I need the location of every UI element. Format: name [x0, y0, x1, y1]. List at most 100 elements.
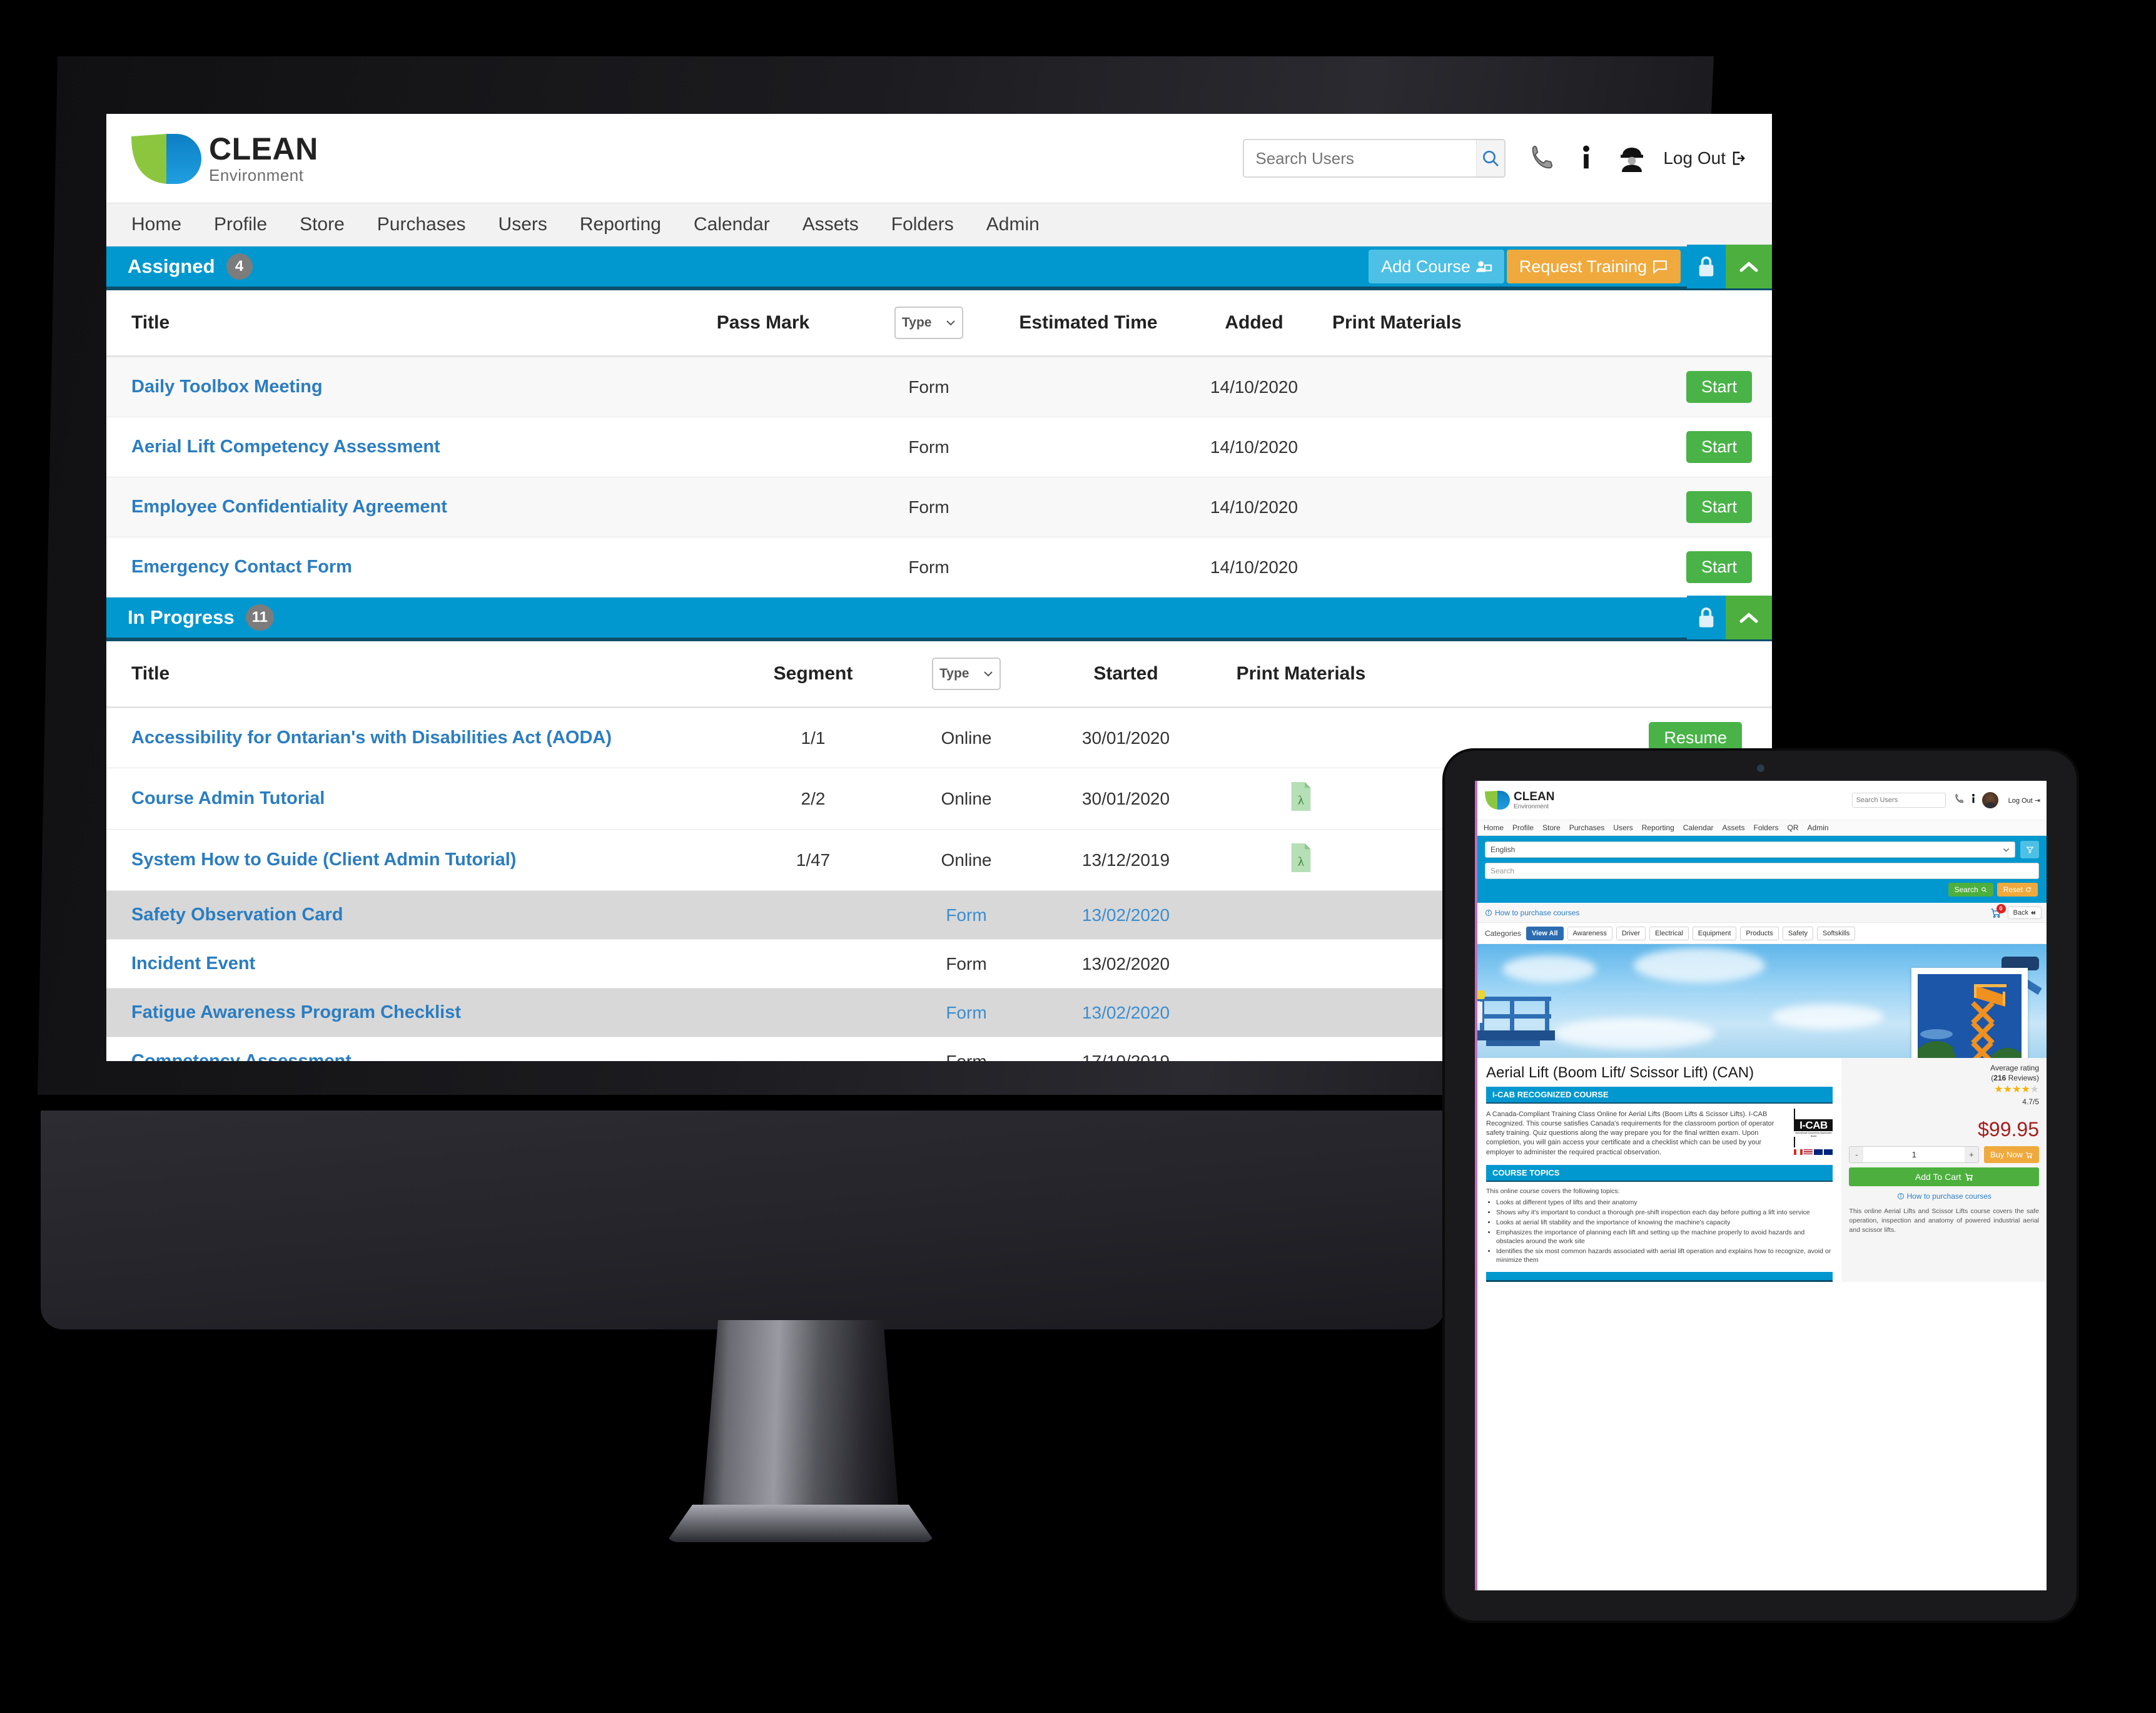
row-print-materials[interactable]: λ	[1213, 830, 1389, 891]
nav-item-admin[interactable]: Admin	[986, 214, 1040, 235]
add-to-cart-button[interactable]: Add To Cart	[1849, 1167, 2039, 1187]
start-button[interactable]: Start	[1686, 371, 1752, 403]
user-search[interactable]	[1243, 139, 1506, 178]
category-tab-awareness[interactable]: Awareness	[1567, 926, 1612, 940]
store-search-input[interactable]: Search	[1485, 863, 2039, 879]
pdf-icon[interactable]: λ	[1289, 843, 1313, 872]
category-tab-driver[interactable]: Driver	[1616, 926, 1646, 940]
resume-button[interactable]: Resume	[1649, 722, 1742, 754]
row-segment	[732, 940, 894, 989]
row-print-materials[interactable]: λ	[1213, 768, 1389, 830]
category-tab-safety[interactable]: Safety	[1782, 926, 1813, 940]
cart-button[interactable]: 0	[1990, 903, 2006, 918]
lock-icon[interactable]	[1687, 245, 1726, 288]
type-filter-select[interactable]: Type	[932, 658, 1001, 690]
back-button[interactable]: Back	[2007, 906, 2042, 919]
row-title-link[interactable]: Fatigue Awareness Program Checklist	[106, 989, 732, 1037]
table-row[interactable]: Emergency Contact Form Form 14/10/2020 S…	[106, 537, 1772, 597]
hardhat-user-icon[interactable]	[1617, 143, 1647, 173]
nav-item-folders[interactable]: Folders	[1754, 823, 1779, 832]
nav-item-purchases[interactable]: Purchases	[377, 214, 466, 235]
nav-item-reporting[interactable]: Reporting	[1642, 823, 1674, 832]
add-course-button[interactable]: Add Course	[1369, 250, 1504, 283]
col-action	[1539, 290, 1772, 357]
info-icon[interactable]	[1970, 793, 1976, 808]
nav-item-purchases[interactable]: Purchases	[1569, 823, 1605, 832]
nav-item-home[interactable]: Home	[131, 214, 181, 235]
reset-button[interactable]: Reset	[1997, 883, 2038, 897]
nav-item-assets[interactable]: Assets	[1723, 823, 1745, 832]
table-row[interactable]: Aerial Lift Competency Assessment Form 1…	[106, 417, 1772, 477]
nav-item-store[interactable]: Store	[300, 214, 345, 235]
phone-icon[interactable]	[1527, 144, 1556, 173]
row-title-link[interactable]: Aerial Lift Competency Assessment	[106, 417, 669, 477]
row-title-link[interactable]: Accessibility for Ontarian's with Disabi…	[106, 708, 732, 768]
phone-icon[interactable]	[1953, 793, 1965, 808]
quantity-increase-button[interactable]: +	[1964, 1147, 1978, 1163]
avatar[interactable]	[1981, 792, 1998, 808]
row-title-link[interactable]: Safety Observation Card	[106, 891, 732, 940]
request-training-button[interactable]: Request Training	[1506, 250, 1681, 283]
list-item: Emphasizes the importance of planning ea…	[1496, 1228, 1833, 1246]
buy-now-button[interactable]: Buy Now	[1983, 1146, 2039, 1164]
nav-item-folders[interactable]: Folders	[891, 214, 954, 235]
row-title-link[interactable]: Competency Assessment	[106, 1037, 732, 1061]
search-icon[interactable]	[1476, 140, 1505, 176]
filter-icon[interactable]	[2020, 841, 2039, 858]
pdf-icon[interactable]: λ	[1289, 782, 1313, 811]
nav-item-profile[interactable]: Profile	[214, 214, 267, 235]
svg-text:λ: λ	[1298, 855, 1304, 868]
row-title-link[interactable]: Employee Confidentiality Agreement	[106, 477, 669, 537]
row-title-link[interactable]: System How to Guide (Client Admin Tutori…	[106, 830, 732, 891]
start-button[interactable]: Start	[1686, 551, 1752, 583]
nav-item-admin[interactable]: Admin	[1808, 823, 1829, 832]
assigned-table-header: Title Pass Mark Type Estimated Time Adde…	[106, 290, 1772, 357]
logout-label: Log Out	[1663, 148, 1726, 168]
how-to-purchase-link[interactable]: How to purchase courses	[1485, 908, 1579, 917]
nav-item-assets[interactable]: Assets	[802, 214, 859, 235]
search-input[interactable]	[1852, 796, 1945, 804]
language-select[interactable]: English	[1485, 841, 2015, 858]
logout-button[interactable]: Log Out	[1663, 148, 1747, 168]
nav-item-qr[interactable]: QR	[1788, 823, 1799, 832]
brand-logo[interactable]: CLEAN Environment	[131, 131, 318, 185]
collapse-chevron-up-icon[interactable]	[1726, 596, 1772, 639]
nav-item-users[interactable]: Users	[1613, 823, 1632, 832]
quantity-decrease-button[interactable]: -	[1850, 1147, 1864, 1163]
tablet-header: CLEAN Environment Search Users Log Out ⇥	[1477, 781, 2047, 820]
nav-item-store[interactable]: Store	[1542, 823, 1561, 832]
category-tab-softskills[interactable]: Softskills	[1817, 926, 1856, 940]
type-filter-value: Type	[902, 315, 932, 330]
table-row[interactable]: Daily Toolbox Meeting Form 14/10/2020 St…	[106, 356, 1772, 417]
collapse-chevron-up-icon[interactable]	[1726, 245, 1772, 288]
nav-item-users[interactable]: Users	[499, 214, 547, 235]
quantity-stepper[interactable]: - 1 +	[1849, 1146, 1979, 1164]
category-tab-products[interactable]: Products	[1740, 926, 1779, 940]
search-input[interactable]	[1244, 140, 1477, 176]
row-title-link[interactable]: Emergency Contact Form	[106, 537, 669, 597]
row-print-materials	[1332, 477, 1539, 537]
how-to-purchase-link-panel[interactable]: How to purchase courses	[1849, 1192, 2039, 1201]
user-search[interactable]	[1851, 793, 1946, 808]
search-submit-label: Search	[1954, 885, 1978, 894]
category-tab-electrical[interactable]: Electrical	[1649, 926, 1689, 940]
nav-item-profile[interactable]: Profile	[1512, 823, 1534, 832]
logout-button[interactable]: Log Out ⇥	[2008, 796, 2040, 805]
search-submit-button[interactable]: Search	[1948, 883, 1993, 897]
lock-icon[interactable]	[1687, 596, 1726, 639]
start-button[interactable]: Start	[1686, 431, 1752, 463]
nav-item-reporting[interactable]: Reporting	[580, 214, 661, 235]
row-title-link[interactable]: Course Admin Tutorial	[106, 768, 732, 830]
info-icon[interactable]	[1577, 144, 1596, 173]
row-title-link[interactable]: Daily Toolbox Meeting	[106, 357, 669, 417]
start-button[interactable]: Start	[1686, 491, 1752, 523]
nav-item-calendar[interactable]: Calendar	[694, 214, 770, 235]
in-progress-title: In Progress	[128, 606, 235, 628]
category-tab-view-all[interactable]: View All	[1526, 926, 1564, 940]
type-filter-select[interactable]: Type	[894, 307, 963, 339]
category-tab-equipment[interactable]: Equipment	[1692, 926, 1737, 940]
table-row[interactable]: Employee Confidentiality Agreement Form …	[106, 477, 1772, 537]
row-title-link[interactable]: Incident Event	[106, 940, 732, 989]
nav-item-calendar[interactable]: Calendar	[1683, 823, 1714, 832]
nav-item-home[interactable]: Home	[1484, 823, 1504, 832]
